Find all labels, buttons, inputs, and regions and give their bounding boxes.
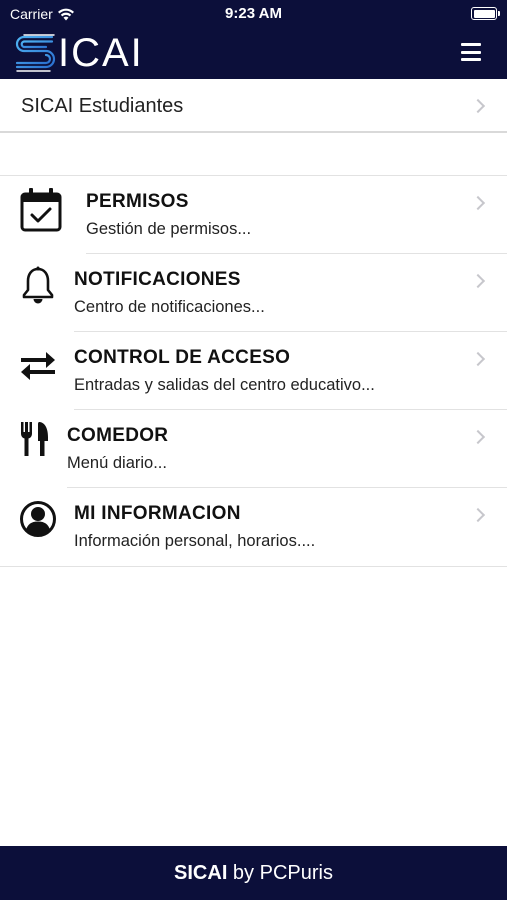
section-title: SICAI Estudiantes (21, 95, 184, 117)
menu-item-comedor[interactable]: COMEDOR Menú diario... (0, 410, 507, 488)
chevron-right-icon (470, 507, 486, 523)
menu-item-subtitle: Información personal, horarios.... (74, 532, 316, 550)
bell-icon (22, 266, 54, 304)
logo-text: ICAI (58, 31, 144, 75)
menu-item-permisos[interactable]: PERMISOS Gestión de permisos... (0, 176, 507, 254)
status-bar: Carrier 9:23 AM (0, 0, 507, 28)
menu-item-title: CONTROL DE ACCESO (74, 347, 291, 368)
chevron-right-icon (470, 429, 486, 445)
menu-item-title: PERMISOS (86, 191, 189, 212)
footer-bar: SICAI by PCPuris (0, 846, 507, 900)
menu-item-title: NOTIFICACIONES (74, 269, 241, 290)
battery-icon (471, 7, 500, 20)
footer-byline: by PCPuris (227, 862, 333, 884)
menu-item-subtitle: Gestión de permisos... (86, 220, 252, 238)
footer-brand: SICAI (174, 862, 228, 884)
swap-arrows-icon (21, 352, 55, 380)
menu-item-subtitle: Entradas y salidas del centro educativo.… (74, 376, 375, 394)
chevron-right-icon (470, 273, 486, 289)
menu-item-notificaciones[interactable]: NOTIFICACIONES Centro de notificaciones.… (0, 254, 507, 332)
sicai-logo: ICAI (14, 33, 144, 73)
menu-item-subtitle: Menú diario... (67, 454, 167, 472)
section-sicai-estudiantes[interactable]: SICAI Estudiantes (0, 79, 507, 133)
menu-item-mi-informacion[interactable]: MI INFORMACION Información personal, hor… (0, 488, 507, 566)
calendar-check-icon (20, 188, 62, 232)
app-header: Carrier 9:23 AM ICAI (0, 0, 507, 79)
fork-knife-icon (21, 422, 48, 456)
logo-s-mark (15, 34, 56, 72)
menu-list: PERMISOS Gestión de permisos... NOTIFICA… (0, 175, 507, 567)
menu-item-title: MI INFORMACION (74, 503, 241, 524)
menu-item-control-de-acceso[interactable]: CONTROL DE ACCESO Entradas y salidas del… (0, 332, 507, 410)
chevron-right-icon (470, 195, 486, 211)
menu-item-title: COMEDOR (67, 425, 169, 446)
hamburger-menu-icon[interactable] (461, 43, 481, 61)
chevron-right-icon (470, 351, 486, 367)
menu-item-subtitle: Centro de notificaciones... (74, 298, 265, 316)
status-time: 9:23 AM (225, 5, 282, 22)
user-circle-icon (20, 501, 56, 537)
chevron-right-icon (470, 98, 486, 114)
